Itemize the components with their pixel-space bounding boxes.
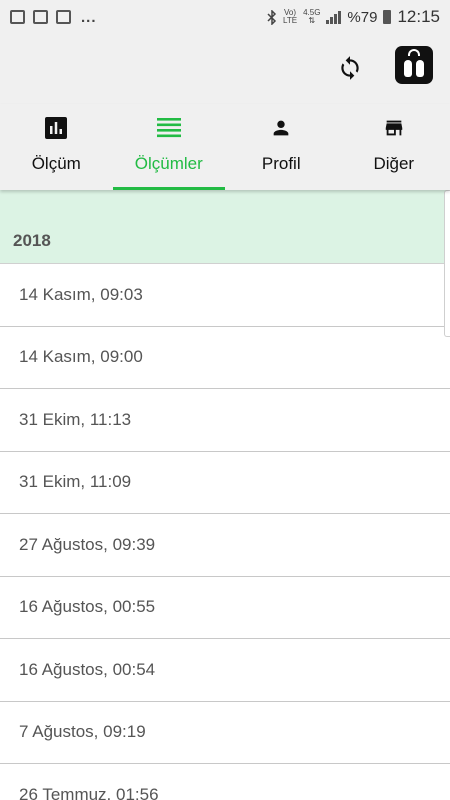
image-icon bbox=[10, 10, 25, 24]
sync-icon bbox=[341, 56, 359, 80]
app-bar bbox=[0, 34, 450, 104]
list-item[interactable]: 31 Ekim, 11:09 bbox=[0, 451, 450, 514]
tab-label: Profil bbox=[261, 154, 301, 173]
tab-label: Ölçüm bbox=[31, 154, 81, 173]
list-item[interactable]: 31 Ekim, 11:13 bbox=[0, 389, 450, 452]
active-tab-indicator bbox=[112, 187, 225, 190]
year-header: 2018 bbox=[0, 190, 450, 264]
battery-icon bbox=[383, 10, 392, 24]
tab-bar: Ölçüm Ölçümler Profil Diğer bbox=[0, 104, 450, 190]
tab-profil[interactable]: Profil bbox=[225, 104, 338, 190]
tab-olcumler[interactable]: Ölçümler bbox=[112, 104, 225, 190]
status-overflow: ... bbox=[81, 8, 97, 26]
store-icon bbox=[382, 116, 406, 140]
data-type-indicator: 4.5G ⇅ bbox=[303, 8, 321, 25]
signal-icon bbox=[326, 10, 342, 24]
measurement-list[interactable]: 2018 14 Kasım, 09:03 14 Kasım, 09:00 31 … bbox=[0, 190, 450, 800]
list-item[interactable]: 27 Ağustos, 09:39 bbox=[0, 514, 450, 577]
scale-icon bbox=[408, 49, 420, 56]
status-bar: ... Vo) LTE 4.5G ⇅ %79 12:15 bbox=[0, 0, 450, 34]
list-item[interactable]: 7 Ağustos, 09:19 bbox=[0, 701, 450, 764]
list-item[interactable]: 16 Ağustos, 00:55 bbox=[0, 576, 450, 639]
year-label: 2018 bbox=[13, 231, 51, 250]
network-indicator: Vo) LTE bbox=[283, 8, 298, 25]
mail-check-icon bbox=[56, 10, 71, 24]
scale-button[interactable] bbox=[395, 46, 433, 84]
list-icon bbox=[156, 116, 181, 140]
list-item[interactable]: 14 Kasım, 09:00 bbox=[0, 326, 450, 389]
tab-diger[interactable]: Diğer bbox=[338, 104, 450, 190]
battery-percent: %79 bbox=[347, 8, 378, 26]
sync-button[interactable] bbox=[330, 48, 370, 88]
scrollbar[interactable] bbox=[444, 190, 450, 337]
tab-label: Diğer bbox=[373, 154, 415, 173]
list-item[interactable]: 14 Kasım, 09:03 bbox=[0, 264, 450, 327]
person-icon bbox=[269, 116, 293, 140]
list-item[interactable]: 16 Ağustos, 00:54 bbox=[0, 639, 450, 702]
bluetooth-icon bbox=[267, 9, 277, 25]
tab-olcum[interactable]: Ölçüm bbox=[0, 104, 113, 190]
voicemail-icon bbox=[33, 10, 48, 24]
tab-label: Ölçümler bbox=[134, 154, 203, 173]
bar-chart-icon bbox=[44, 116, 68, 140]
status-time: 12:15 bbox=[397, 7, 440, 26]
list-item[interactable]: 26 Temmuz, 01:56 bbox=[0, 764, 450, 800]
